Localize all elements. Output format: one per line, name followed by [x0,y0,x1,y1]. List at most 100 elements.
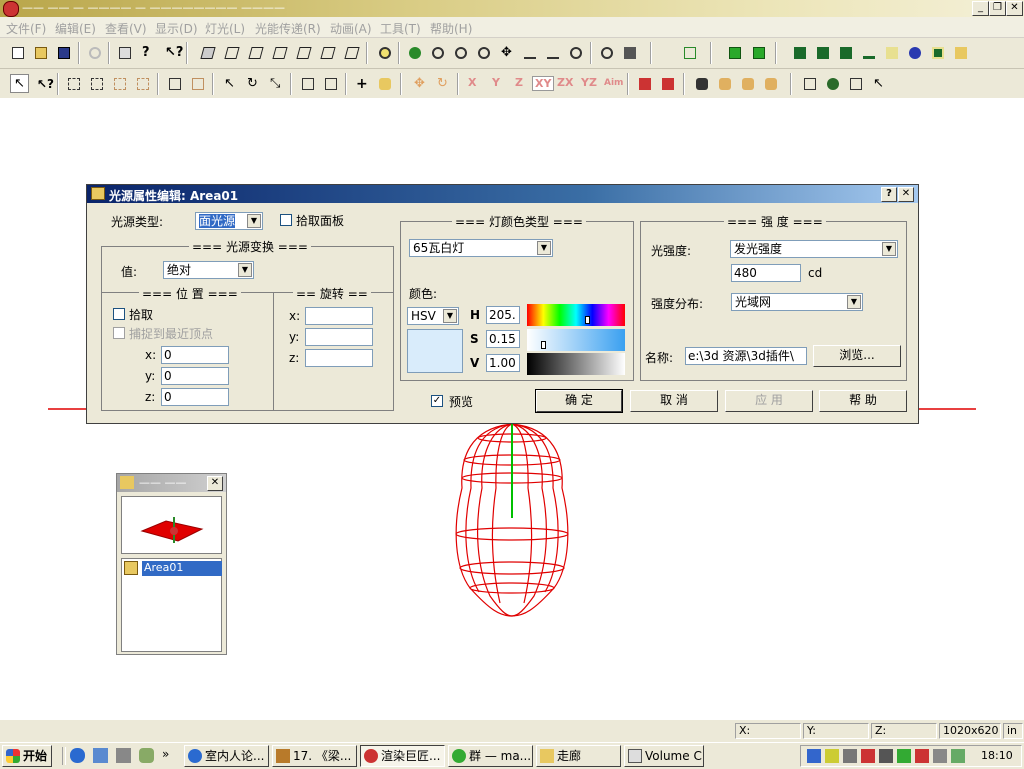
eye-icon[interactable] [405,43,424,62]
h-input[interactable]: 205. [486,306,520,324]
menu-edit[interactable]: 编辑(E) [55,20,96,37]
pos-z-input[interactable]: 0 [161,388,229,406]
save-button[interactable] [54,43,73,62]
rot-z-input[interactable] [305,349,373,367]
pan-icon[interactable]: ✥ [497,43,516,62]
browse-button[interactable]: 浏览... [813,345,901,367]
preview-checkbox[interactable]: ✓ [431,395,443,407]
help-icon[interactable]: ? [138,43,157,62]
chevron-down-icon[interactable]: ▼ [537,241,551,255]
tray-icon[interactable] [915,749,929,763]
snap-vertex-checkbox[interactable] [113,327,125,339]
media-icon[interactable] [139,748,154,763]
tray-icon[interactable] [951,749,965,763]
chevron-down-icon[interactable]: ▼ [882,242,896,256]
globe-icon[interactable] [905,43,924,62]
intensity-type-select[interactable]: 发光强度 ▼ [730,240,898,258]
v-input[interactable]: 1.00 [486,354,520,372]
select-cross-icon[interactable] [87,74,106,93]
cancel-button[interactable]: 取 消 [630,390,718,412]
ie-icon[interactable] [70,748,85,763]
hue-slider[interactable] [527,304,625,326]
axis-zx-button[interactable]: ZX [557,76,573,89]
material-icon[interactable] [882,43,901,62]
select-arrow-icon[interactable]: ↖ [10,74,29,93]
walker-up-icon[interactable] [761,74,780,93]
view-cube-icon[interactable] [318,43,337,62]
menu-radiosity[interactable]: 光能传递(R) [255,20,321,37]
tray-icon[interactable] [933,749,947,763]
color-model-select[interactable]: HSV ▼ [407,307,459,325]
add-point-icon[interactable]: + [352,74,371,93]
new-file-button[interactable] [8,43,27,62]
start-button[interactable]: 开始 [2,745,52,767]
layers-icon[interactable] [800,74,819,93]
task-button[interactable]: 室内人论... [184,745,269,767]
view-cube-icon[interactable] [294,43,313,62]
outlook-icon[interactable] [93,748,108,763]
move-axis-icon[interactable]: ✥ [410,74,429,93]
name-input[interactable]: e:\3d 资源\3d插件\ [685,347,807,365]
context-help-icon[interactable]: ↖? [161,43,183,62]
panel-close-button[interactable]: ✕ [207,476,223,491]
zoom-extents-icon[interactable] [597,43,616,62]
walker-grayed-icon[interactable] [715,74,734,93]
chevron-down-icon[interactable]: ▼ [443,309,457,323]
render-region-icon[interactable] [813,43,832,62]
walk-icon[interactable] [520,43,539,62]
task-button[interactable]: 走廊 [536,745,621,767]
pos-y-input[interactable]: 0 [161,367,229,385]
intensity-value-input[interactable]: 480 [731,264,801,282]
wire-cube-icon[interactable] [680,43,699,62]
menu-light[interactable]: 灯光(L) [205,20,245,37]
chevron-down-icon[interactable]: ▼ [847,295,861,309]
network-icon[interactable] [807,749,821,763]
axis-x-button[interactable]: X [468,76,476,89]
menu-tools[interactable]: 工具(T) [380,20,421,37]
zoom-in-icon[interactable] [451,43,470,62]
zoom-region-icon[interactable] [375,43,394,62]
sphere-icon[interactable] [823,74,842,93]
axis-xy-button[interactable]: XY [532,76,555,91]
saturation-slider-thumb[interactable] [541,341,546,349]
select-grayed-icon[interactable] [133,74,152,93]
menu-view[interactable]: 查看(V) [105,20,147,37]
tray-icon[interactable] [879,749,893,763]
copy-icon[interactable] [165,74,184,93]
fly-icon[interactable] [543,43,562,62]
select-grayed-icon[interactable] [110,74,129,93]
restore-button[interactable]: ❐ [989,1,1006,16]
axis-y-button[interactable]: Y [492,76,500,89]
value-slider[interactable] [527,353,625,375]
axis-aim-button[interactable]: Aim [604,78,623,88]
view-cube-icon[interactable] [246,43,265,62]
tray-icon[interactable] [897,749,911,763]
view-cube-icon[interactable] [198,43,217,62]
rot-x-input[interactable] [305,307,373,325]
menu-display[interactable]: 显示(D) [155,20,198,37]
volume-icon[interactable] [843,749,857,763]
pos-x-input[interactable]: 0 [161,346,229,364]
view-cube-icon[interactable] [342,43,361,62]
open-file-button[interactable] [31,43,50,62]
desktop-icon[interactable] [116,748,131,763]
value-select[interactable]: 绝对 ▼ [163,261,254,279]
select-help-icon[interactable]: ↖? [33,74,54,93]
print-icon[interactable] [115,43,134,62]
chevron-down-icon[interactable]: ▼ [247,214,261,228]
undo-icon[interactable] [85,43,104,62]
minimize-button[interactable]: _ [972,1,989,16]
rotate-icon[interactable]: ↻ [243,74,262,93]
zoom-icon[interactable] [474,43,493,62]
paint-icon[interactable] [635,74,654,93]
copy-layer-icon[interactable] [846,74,865,93]
hue-slider-thumb[interactable] [585,316,590,324]
object-list-item[interactable]: Area01 [142,561,222,576]
s-input[interactable]: 0.15 [486,330,520,348]
paste-icon[interactable] [188,74,207,93]
view-cube-icon[interactable] [222,43,241,62]
pointer-layer-icon[interactable]: ↖ [869,74,888,93]
rot-y-input[interactable] [305,328,373,346]
antivirus-icon[interactable] [861,749,875,763]
help-button[interactable]: 帮 助 [819,390,907,412]
